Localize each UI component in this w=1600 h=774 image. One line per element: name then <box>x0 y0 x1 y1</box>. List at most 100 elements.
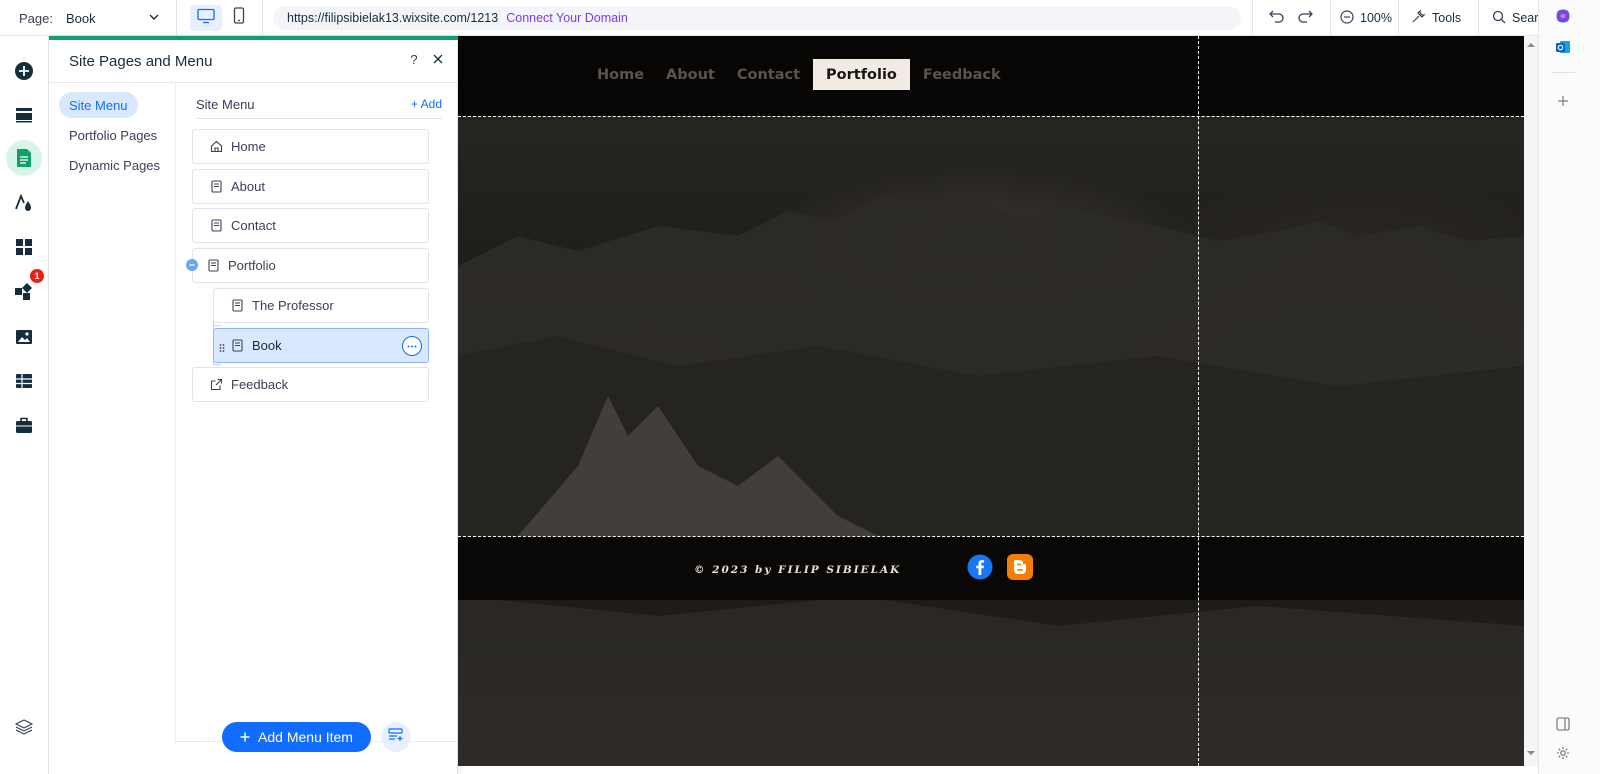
add-menu-item-button[interactable]: Add Menu Item <box>222 722 371 752</box>
zoom-button[interactable]: 100% <box>1340 0 1392 36</box>
site-url: https://filipsibielak13.wixsite.com/1213 <box>287 11 499 25</box>
site-header[interactable]: Home About Contact Portfolio Feedback <box>458 36 1524 116</box>
add-page-button[interactable]: + Add <box>411 97 442 111</box>
collapse-toggle-icon[interactable] <box>186 259 198 271</box>
undo-button[interactable] <box>1268 0 1286 36</box>
close-button[interactable] <box>428 50 448 70</box>
pages-icon[interactable] <box>6 140 42 176</box>
menu-item-the-professor[interactable]: The Professor <box>213 288 429 323</box>
settings-gear-icon[interactable] <box>1553 743 1573 763</box>
page-icon <box>230 299 244 313</box>
menu-item-feedback[interactable]: Feedback <box>192 367 429 402</box>
page-icon <box>230 339 244 353</box>
divider <box>1398 0 1399 36</box>
tab-portfolio-pages[interactable]: Portfolio Pages <box>59 122 167 148</box>
more-actions-icon[interactable] <box>402 336 422 356</box>
menu-item-book[interactable]: Book <box>213 328 429 363</box>
mountain-background-image <box>458 36 1524 766</box>
tools-button[interactable]: Tools <box>1411 0 1461 36</box>
vertical-guide-line <box>1198 36 1199 766</box>
menu-item-label: Contact <box>231 218 276 233</box>
cms-icon[interactable] <box>11 368 37 394</box>
menu-item-label: Book <box>252 338 282 353</box>
tree-connector <box>213 364 221 365</box>
mobile-view-button[interactable] <box>228 5 250 31</box>
divider <box>1330 0 1331 36</box>
nav-link-feedback[interactable]: Feedback <box>912 59 1012 90</box>
copyright-text: © 2023 by FILIP SIBIELAK <box>694 564 902 576</box>
tools-label: Tools <box>1432 11 1462 25</box>
header-boundary-guide <box>458 116 1524 117</box>
search-icon <box>1492 10 1506 27</box>
tab-dynamic-pages[interactable]: Dynamic Pages <box>59 152 170 178</box>
divider <box>262 0 263 36</box>
drag-handle-icon[interactable] <box>219 341 225 356</box>
nav-link-about[interactable]: About <box>655 59 726 90</box>
menu-settings-button[interactable] <box>381 722 411 752</box>
browser-side-strip <box>1538 0 1600 774</box>
desktop-view-button[interactable] <box>190 5 222 31</box>
nav-link-portfolio[interactable]: Portfolio <box>813 59 910 90</box>
notification-badge: 1 <box>30 269 44 283</box>
editor-top-bar: Page: Book https://filipsibielak13.wixsi… <box>0 0 1600 36</box>
site-canvas[interactable]: Home About Contact Portfolio Feedback © … <box>458 36 1524 766</box>
divider <box>176 0 177 36</box>
panel-title: Site Pages and Menu <box>69 53 213 70</box>
portfolio-icon[interactable] <box>11 412 37 438</box>
divider <box>1551 72 1575 73</box>
plus-icon <box>240 729 250 745</box>
zoom-out-icon <box>1340 9 1354 27</box>
chevron-down-icon <box>148 11 160 26</box>
menu-item-label: Portfolio <box>228 258 276 273</box>
app-market-icon[interactable] <box>11 234 37 260</box>
menu-item-contact[interactable]: Contact <box>192 208 429 243</box>
site-navigation: Home About Contact Portfolio Feedback <box>586 59 1012 90</box>
design-icon[interactable] <box>11 190 37 216</box>
menu-item-home[interactable]: Home <box>192 129 429 164</box>
sidebar-toggle-icon[interactable] <box>1553 714 1573 734</box>
home-icon <box>209 140 223 154</box>
menu-item-portfolio[interactable]: Portfolio <box>192 248 429 283</box>
copilot-icon[interactable] <box>1553 6 1573 26</box>
page-icon <box>209 180 223 194</box>
site-url-bar[interactable]: https://filipsibielak13.wixsite.com/1213… <box>273 6 1241 30</box>
footer-boundary-guide <box>458 536 1524 537</box>
menu-item-label: The Professor <box>252 298 334 313</box>
add-page-label: Add <box>420 97 442 111</box>
nav-link-home[interactable]: Home <box>586 59 655 90</box>
menu-item-label: Home <box>231 139 266 154</box>
nav-link-contact[interactable]: Contact <box>726 59 811 90</box>
outlook-icon[interactable] <box>1553 37 1573 57</box>
redo-icon <box>1297 9 1313 28</box>
divider <box>1478 0 1479 36</box>
panel-accent-bar <box>49 36 458 40</box>
site-pages-panel: Site Pages and Menu ? Site Menu Portfoli… <box>49 36 458 774</box>
page-selector-value: Book <box>65 10 96 26</box>
page-icon <box>206 259 220 273</box>
page-icon <box>209 219 223 233</box>
page-selector-label: Page: <box>19 10 53 26</box>
layers-icon[interactable] <box>11 714 37 740</box>
menu-item-about[interactable]: About <box>192 169 429 204</box>
add-sidebar-app-icon[interactable] <box>1553 91 1573 111</box>
site-footer[interactable]: © 2023 by FILIP SIBIELAK <box>458 537 1524 600</box>
blogger-icon[interactable] <box>1007 554 1033 580</box>
media-icon[interactable] <box>11 324 37 350</box>
add-menu-item-label: Add Menu Item <box>258 729 353 745</box>
site-menu-header: Site Menu + Add <box>196 96 442 119</box>
undo-icon <box>1269 9 1285 28</box>
tree-connector <box>213 325 221 326</box>
mobile-icon <box>233 7 245 29</box>
add-elements-icon[interactable] <box>11 58 37 84</box>
left-tool-rail: 1 <box>0 36 49 774</box>
canvas-scrollbar[interactable] <box>1524 36 1538 766</box>
tab-site-menu[interactable]: Site Menu <box>59 92 138 118</box>
close-icon <box>433 51 443 69</box>
panel-tabs: Site Menu Portfolio Pages Dynamic Pages <box>49 83 176 743</box>
facebook-icon[interactable] <box>967 554 993 580</box>
page-selector[interactable]: Page: Book <box>0 0 176 36</box>
redo-button[interactable] <box>1296 0 1314 36</box>
help-button[interactable]: ? <box>404 50 424 70</box>
add-section-icon[interactable] <box>11 102 37 128</box>
connect-domain-link[interactable]: Connect Your Domain <box>506 11 628 25</box>
